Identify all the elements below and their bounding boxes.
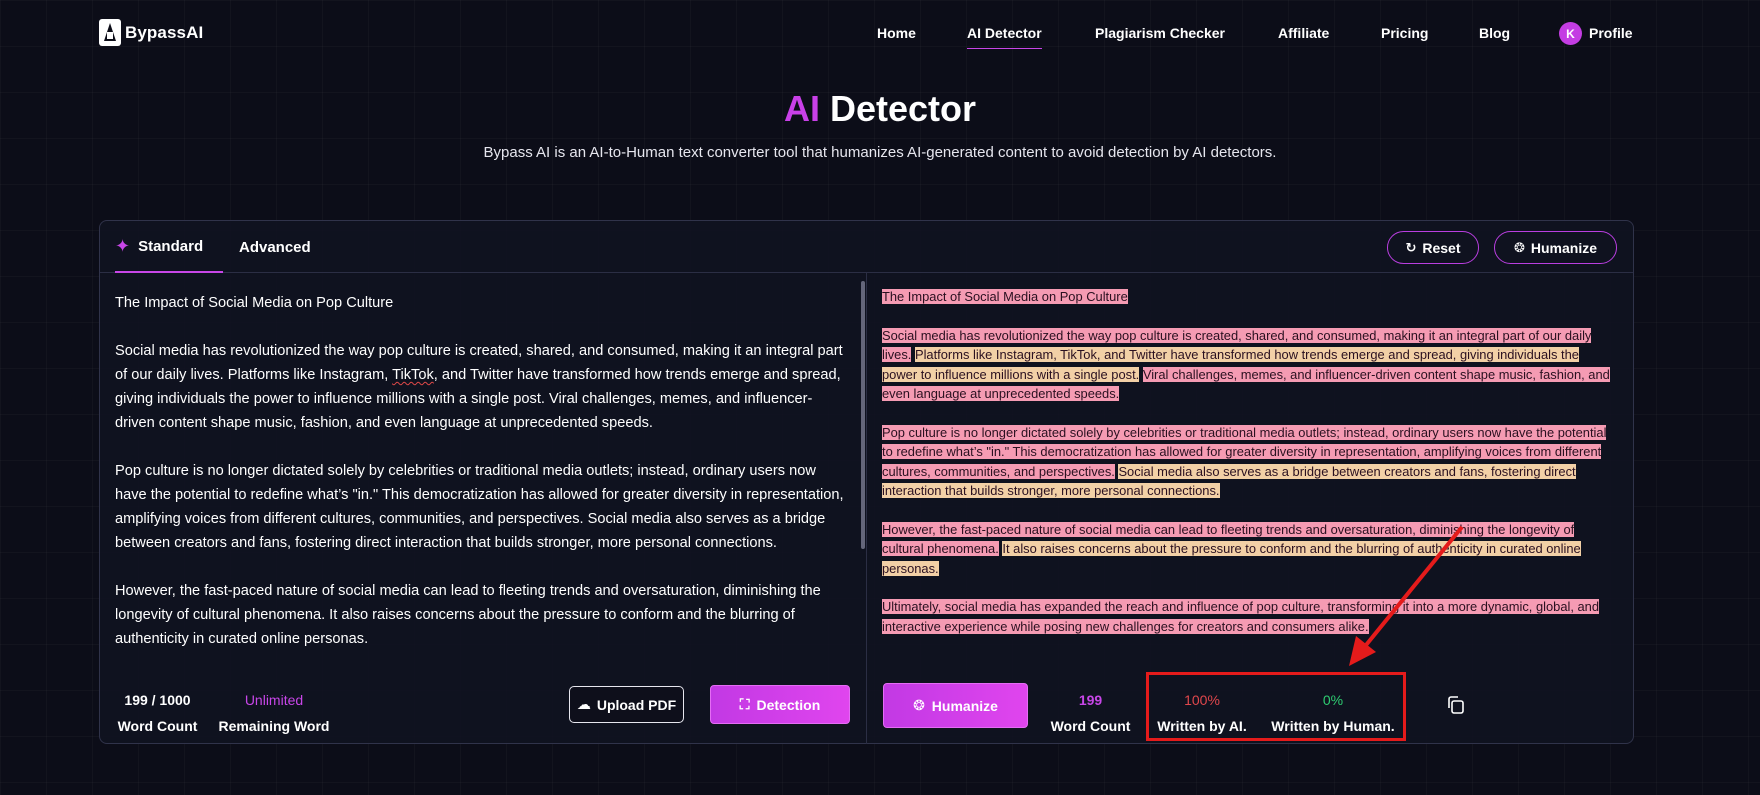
nav-links: Home AI Detector Plagiarism Checker Affi… xyxy=(0,25,1760,55)
detection-button[interactable]: ⛶ Detection xyxy=(710,685,850,724)
nav-ai-detector[interactable]: AI Detector xyxy=(967,25,1042,49)
result-word-count-value: 199 xyxy=(1078,692,1103,708)
word-count-stat: 199 / 1000 Word Count xyxy=(115,692,200,734)
brain-icon: ❂ xyxy=(913,697,925,713)
remaining-word-stat: Unlimited Remaining Word xyxy=(216,692,332,734)
upload-cloud-icon: ☁ xyxy=(576,696,591,712)
page-title-rest: Detector xyxy=(829,88,977,129)
tab-advanced-label: Advanced xyxy=(239,238,311,256)
input-textarea[interactable]: The Impact of Social Media on Pop Cultur… xyxy=(115,291,850,671)
result-paragraph: Pop culture is no longer dictated solely… xyxy=(882,424,1607,499)
input-title: The Impact of Social Media on Pop Cultur… xyxy=(115,295,394,311)
tab-standard[interactable]: ✦ Standard xyxy=(115,221,223,273)
word-count-label: Word Count xyxy=(117,718,198,734)
annotation-highlight-box xyxy=(1146,672,1406,741)
result-paragraph: Social media has revolutionized the way … xyxy=(882,327,1610,402)
input-scrollbar[interactable] xyxy=(861,281,865,549)
detection-label: Detection xyxy=(756,696,821,713)
result-paragraph: Ultimately, social media has expanded th… xyxy=(882,599,1600,634)
reset-label: Reset xyxy=(1422,239,1461,256)
panel-header: ✦ Standard Advanced ↻ Reset ❂ Humanize xyxy=(100,221,1633,273)
result-word-count-label: Word Count xyxy=(1050,718,1131,734)
detector-panel: ✦ Standard Advanced ↻ Reset ❂ Humanize T… xyxy=(99,220,1634,744)
spellcheck-flag: TikTok xyxy=(392,367,434,383)
sparkle-icon: ✦ xyxy=(115,236,131,256)
reset-button[interactable]: ↻ Reset xyxy=(1387,231,1479,264)
input-paragraph: However, the fast-paced nature of social… xyxy=(115,583,821,647)
word-count-value: 199 / 1000 xyxy=(124,692,191,708)
tab-standard-label: Standard xyxy=(138,237,204,255)
remaining-value: Unlimited xyxy=(244,692,304,708)
panel-divider xyxy=(866,273,867,744)
nav-profile[interactable]: Profile xyxy=(1589,25,1633,41)
upload-pdf-label: Upload PDF xyxy=(596,696,677,713)
input-paragraph: Pop culture is no longer dictated solely… xyxy=(115,463,844,551)
humanize-top-label: Humanize xyxy=(1530,239,1598,256)
nav-affiliate[interactable]: Affiliate xyxy=(1278,25,1329,41)
result-text: The Impact of Social Media on Pop Cultur… xyxy=(882,287,1617,656)
nav-pricing[interactable]: Pricing xyxy=(1381,25,1428,41)
result-word-count-stat: 199 Word Count xyxy=(1048,692,1133,734)
page-subtitle: Bypass AI is an AI-to-Human text convert… xyxy=(483,144,1277,161)
reset-icon: ↻ xyxy=(1405,239,1417,255)
humanize-label: Humanize xyxy=(931,697,998,714)
top-navigation: BypassAI Home AI Detector Plagiarism Che… xyxy=(0,0,1760,70)
brain-icon: ❂ xyxy=(1513,239,1525,255)
copy-icon[interactable] xyxy=(1446,695,1466,715)
scan-icon: ⛶ xyxy=(739,696,750,712)
remaining-label: Remaining Word xyxy=(218,718,330,734)
humanize-button[interactable]: ❂ Humanize xyxy=(883,683,1028,728)
nav-home[interactable]: Home xyxy=(877,25,916,41)
result-title: The Impact of Social Media on Pop Cultur… xyxy=(882,289,1128,304)
upload-pdf-button[interactable]: ☁ Upload PDF xyxy=(569,686,684,723)
page-title-accent: AI xyxy=(783,88,820,129)
page-title: AI Detector xyxy=(0,88,1760,130)
humanize-top-button[interactable]: ❂ Humanize xyxy=(1494,231,1617,264)
nav-plagiarism-checker[interactable]: Plagiarism Checker xyxy=(1095,25,1225,41)
tab-advanced[interactable]: Advanced xyxy=(239,221,311,273)
result-paragraph: However, the fast-paced nature of social… xyxy=(882,521,1581,576)
nav-blog[interactable]: Blog xyxy=(1479,25,1510,41)
profile-avatar[interactable]: K xyxy=(1559,22,1582,45)
input-paragraph: Social media has revolutionized the way … xyxy=(115,343,843,431)
